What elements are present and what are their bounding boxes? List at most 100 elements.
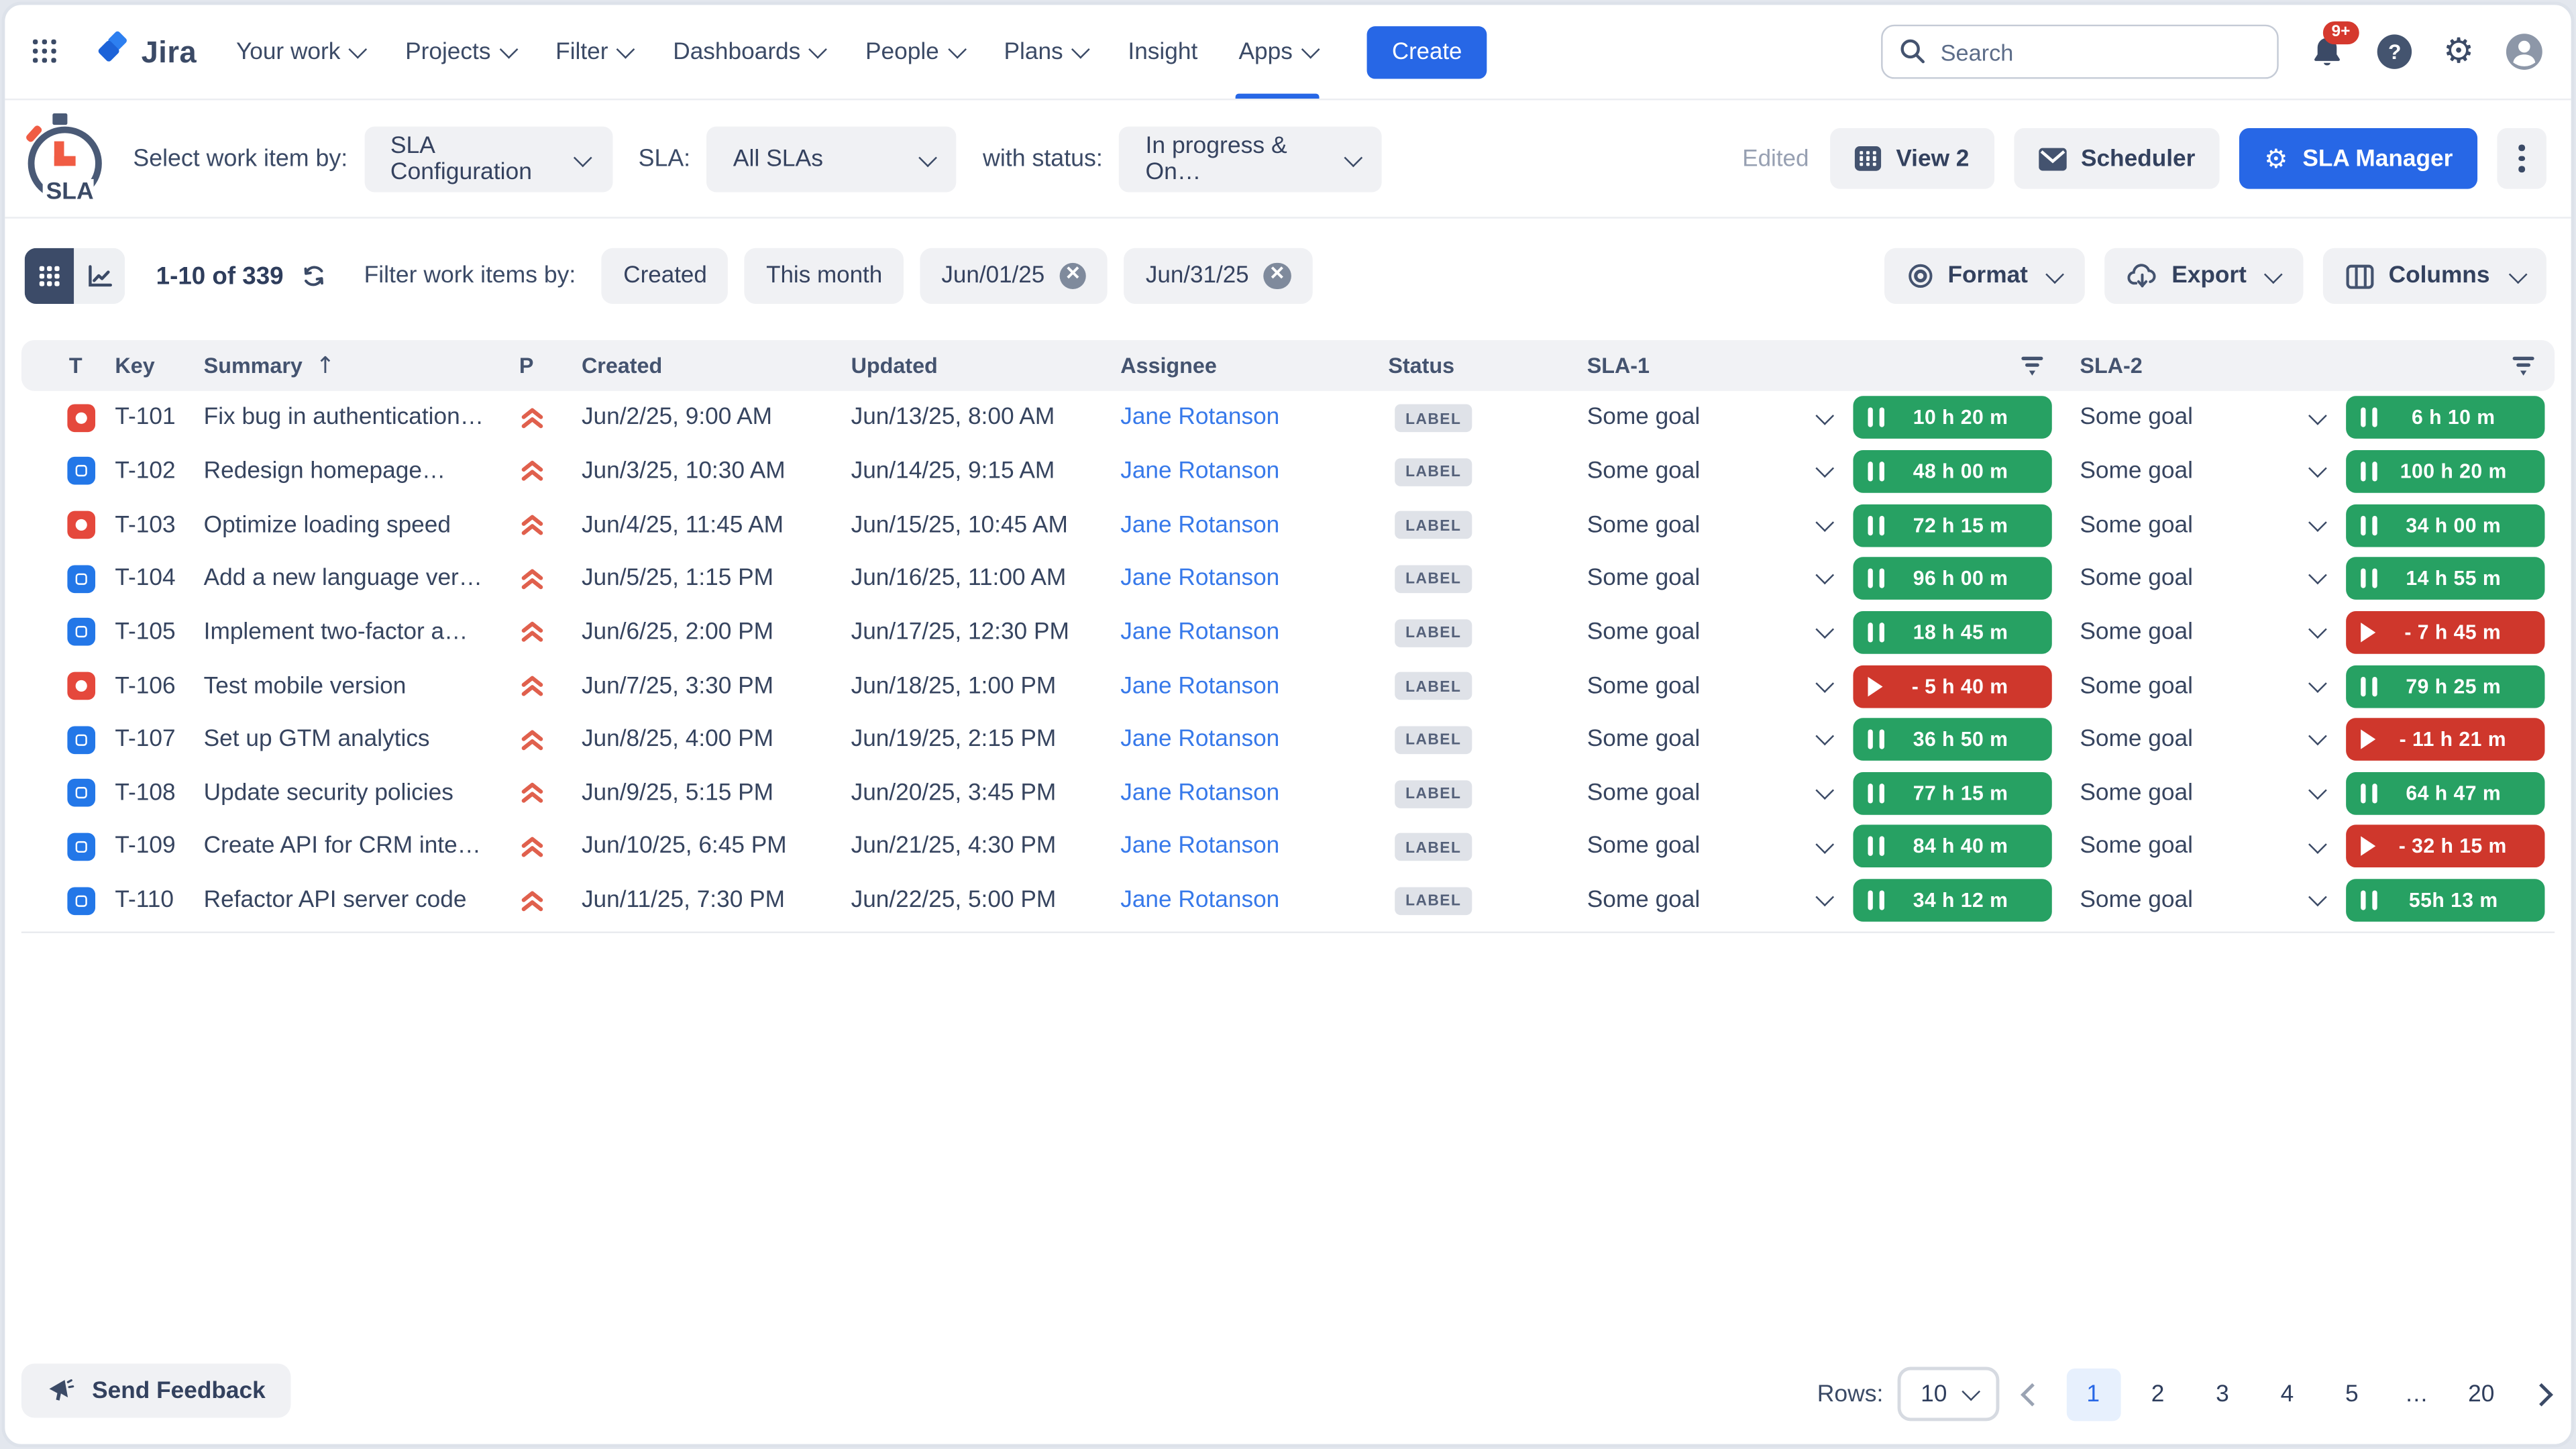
rows-per-page-select[interactable]: 10 [1898, 1367, 2000, 1421]
sla-time: 6 h 10 m [2377, 407, 2530, 429]
search-input[interactable] [1882, 25, 2279, 79]
export-button[interactable]: Export [2104, 248, 2304, 304]
nav-item-people[interactable]: People [865, 5, 963, 99]
send-feedback-button[interactable]: Send Feedback [21, 1364, 290, 1418]
sla1-cell: Some goal 34 h 12 m [1587, 879, 2080, 922]
chevron-down-icon[interactable] [1815, 567, 1833, 584]
assignee-link[interactable]: Jane Rotanson [1120, 619, 1279, 645]
col-key[interactable]: Key [115, 354, 203, 378]
assignee-link[interactable]: Jane Rotanson [1120, 780, 1279, 806]
col-summary[interactable]: Summary ↑ [204, 352, 519, 378]
page-20[interactable]: 20 [2454, 1368, 2508, 1420]
table-row[interactable]: T-106 Test mobile version Jun/7/25, 3:30… [21, 659, 2555, 713]
col-sla2[interactable]: SLA-2 [2080, 354, 2544, 378]
sla-manager-button[interactable]: ⚙ SLA Manager [2239, 128, 2477, 189]
filter-funnel-icon[interactable] [2512, 354, 2534, 377]
nav-item-plans[interactable]: Plans [1004, 5, 1087, 99]
col-updated[interactable]: Updated [851, 354, 1121, 378]
jira-logo[interactable]: Jira [92, 32, 197, 72]
nav-item-apps[interactable]: Apps [1238, 5, 1316, 99]
page-4[interactable]: 4 [2260, 1368, 2314, 1420]
table-row[interactable]: T-103 Optimize loading speed Jun/4/25, 1… [21, 498, 2555, 552]
assignee-link[interactable]: Jane Rotanson [1120, 405, 1279, 431]
nav-item-your-work[interactable]: Your work [236, 5, 364, 99]
chip-created[interactable]: Created [602, 248, 728, 304]
chip-this-month[interactable]: This month [745, 248, 904, 304]
chart-view-toggle[interactable] [74, 248, 125, 304]
grid-view-toggle[interactable] [25, 248, 74, 304]
nav-item-dashboards[interactable]: Dashboards [673, 5, 824, 99]
assignee-link[interactable]: Jane Rotanson [1120, 566, 1279, 592]
assignee-link[interactable]: Jane Rotanson [1120, 888, 1279, 914]
col-status[interactable]: Status [1388, 354, 1587, 378]
chevron-down-icon[interactable] [2308, 406, 2326, 423]
remove-chip-icon[interactable]: ✕ [1059, 262, 1086, 289]
chevron-down-icon[interactable] [1815, 513, 1833, 531]
chevron-down-icon[interactable] [2308, 674, 2326, 692]
create-button[interactable]: Create [1367, 25, 1487, 78]
chevron-down-icon[interactable] [1815, 835, 1833, 852]
page-3[interactable]: 3 [2196, 1368, 2250, 1420]
sla-dropdown[interactable]: All SLAs [707, 125, 957, 191]
chevron-down-icon[interactable] [1815, 621, 1833, 638]
table-row[interactable]: T-110 Refactor API server code Jun/11/25… [21, 873, 2555, 927]
columns-button[interactable]: Columns [2323, 248, 2546, 304]
chevron-down-icon[interactable] [2308, 460, 2326, 477]
chevron-down-icon[interactable] [1815, 888, 1833, 906]
col-priority[interactable]: P [519, 354, 582, 378]
assignee-link[interactable]: Jane Rotanson [1120, 727, 1279, 753]
chip-date-from[interactable]: Jun/01/25✕ [920, 248, 1108, 304]
filter-funnel-icon[interactable] [2021, 354, 2043, 377]
chevron-down-icon[interactable] [1815, 460, 1833, 477]
nav-item-projects[interactable]: Projects [405, 5, 515, 99]
chevron-down-icon[interactable] [2308, 835, 2326, 852]
format-button[interactable]: Format [1884, 248, 2084, 304]
scheduler-button[interactable]: Scheduler [2014, 128, 2220, 189]
view-2-button[interactable]: View 2 [1830, 128, 1994, 189]
table-row[interactable]: T-109 Create API for CRM inte… Jun/10/25… [21, 820, 2555, 873]
table-row[interactable]: T-107 Set up GTM analytics Jun/8/25, 4:0… [21, 712, 2555, 766]
nav-item-filter[interactable]: Filter [555, 5, 632, 99]
prev-page-button[interactable] [2021, 1383, 2045, 1406]
chevron-down-icon[interactable] [1815, 674, 1833, 692]
sort-ascending-icon[interactable]: ↑ [315, 352, 335, 378]
app-switcher-icon[interactable] [33, 40, 58, 64]
avatar[interactable] [2506, 33, 2543, 70]
col-sla1[interactable]: SLA-1 [1587, 354, 2080, 378]
nav-item-insight[interactable]: Insight [1128, 5, 1197, 99]
col-type[interactable]: T [51, 354, 115, 378]
settings-gear-icon[interactable]: ⚙ [2443, 34, 2474, 68]
help-button[interactable]: ? [2377, 34, 2412, 68]
more-options-button[interactable] [2497, 128, 2546, 189]
chevron-down-icon[interactable] [1815, 406, 1833, 423]
status-dropdown[interactable]: In progress & On… [1119, 125, 1382, 191]
chevron-down-icon[interactable] [2308, 513, 2326, 531]
table-row[interactable]: T-104 Add a new language ver… Jun/5/25, … [21, 552, 2555, 606]
remove-chip-icon[interactable]: ✕ [1264, 262, 1291, 289]
assignee-link[interactable]: Jane Rotanson [1120, 458, 1279, 484]
assignee-link[interactable]: Jane Rotanson [1120, 512, 1279, 538]
page-5[interactable]: 5 [2324, 1368, 2379, 1420]
chevron-down-icon[interactable] [2308, 888, 2326, 906]
table-row[interactable]: T-108 Update security policies Jun/9/25,… [21, 766, 2555, 820]
chip-date-to[interactable]: Jun/31/25✕ [1124, 248, 1312, 304]
assignee-link[interactable]: Jane Rotanson [1120, 834, 1279, 860]
notifications-button[interactable]: 9+ [2310, 34, 2347, 70]
refresh-button[interactable] [300, 263, 326, 289]
work-item-dropdown[interactable]: SLA Configuration [364, 125, 612, 191]
chevron-down-icon[interactable] [2308, 621, 2326, 638]
next-page-button[interactable] [2530, 1383, 2553, 1406]
col-created[interactable]: Created [582, 354, 851, 378]
chevron-down-icon[interactable] [1815, 728, 1833, 745]
assignee-link[interactable]: Jane Rotanson [1120, 673, 1279, 699]
chevron-down-icon[interactable] [2308, 781, 2326, 798]
table-row[interactable]: T-101 Fix bug in authentication… Jun/2/2… [21, 391, 2555, 445]
page-1[interactable]: 1 [2066, 1368, 2121, 1420]
chevron-down-icon[interactable] [2308, 728, 2326, 745]
chevron-down-icon[interactable] [2308, 567, 2326, 584]
col-assignee[interactable]: Assignee [1120, 354, 1388, 378]
chevron-down-icon[interactable] [1815, 781, 1833, 798]
page-2[interactable]: 2 [2131, 1368, 2185, 1420]
table-row[interactable]: T-102 Redesign homepage… Jun/3/25, 10:30… [21, 445, 2555, 498]
table-row[interactable]: T-105 Implement two-factor a… Jun/6/25, … [21, 606, 2555, 659]
